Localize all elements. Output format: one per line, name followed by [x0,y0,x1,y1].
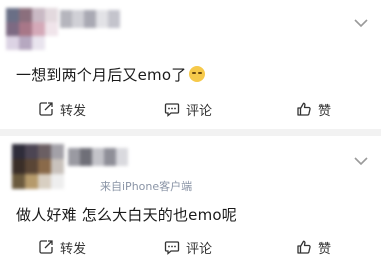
comment-button[interactable]: 评论 [164,96,212,122]
comment-icon [164,103,180,117]
chevron-down-icon[interactable] [353,156,369,166]
comment-label: 评论 [186,103,213,119]
thumbs-up-icon [297,240,311,254]
weibo-post-2: 来自iPhone客户端 做人好难 怎么大白天的也emo呢 转发 评论 赞 [0,136,381,275]
chevron-down-icon[interactable] [353,18,369,28]
repost-button[interactable]: 转发 [38,234,86,260]
comment-label: 评论 [186,241,213,257]
post-text-content: 一想到两个月后又emo了 [16,66,187,84]
comment-icon [164,241,180,255]
weibo-post-1: 一想到两个月后又emo了 转发 评论 赞 [0,0,381,129]
repost-label: 转发 [60,103,87,119]
post-divider [0,129,381,136]
repost-icon [39,240,53,254]
blurred-avatar[interactable] [12,144,64,190]
flushed-face-emoji-icon [189,66,206,82]
like-button[interactable]: 赞 [296,96,331,122]
thumbs-up-icon [297,102,311,116]
like-label: 赞 [318,241,332,257]
action-bar: 转发 评论 赞 [0,234,381,260]
post-source: 来自iPhone客户端 [100,180,193,193]
blurred-avatar[interactable] [6,8,58,50]
like-label: 赞 [318,103,332,119]
blurred-username[interactable] [68,148,130,166]
repost-button[interactable]: 转发 [38,96,86,122]
post-text: 一想到两个月后又emo了 [16,64,206,85]
action-bar: 转发 评论 赞 [0,96,381,122]
post-text: 做人好难 怎么大白天的也emo呢 [16,206,237,224]
like-button[interactable]: 赞 [296,234,331,260]
repost-label: 转发 [60,241,87,257]
repost-icon [39,102,53,116]
blurred-username[interactable] [60,10,120,28]
comment-button[interactable]: 评论 [164,234,212,260]
